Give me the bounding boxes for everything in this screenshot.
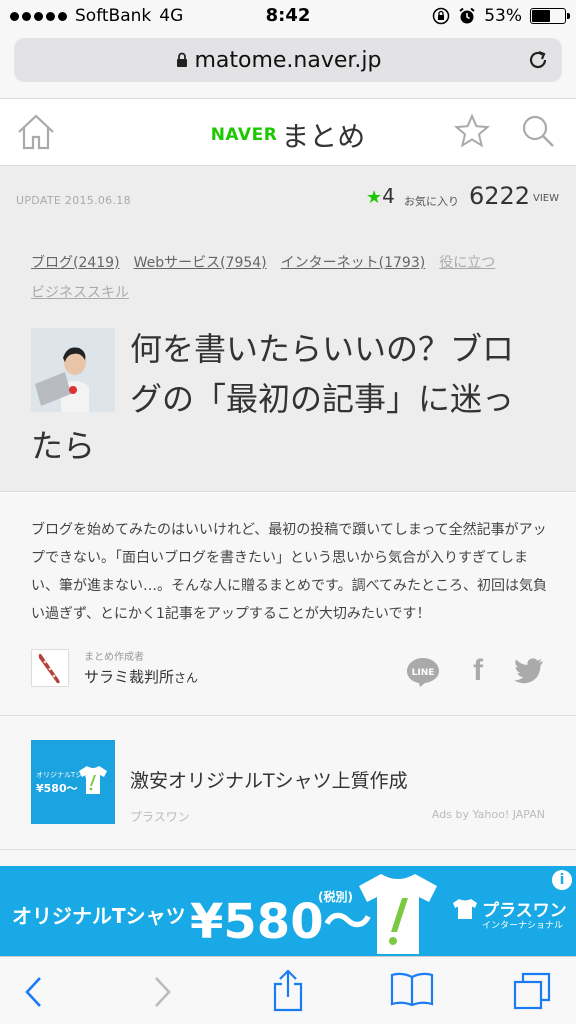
favorite-count-star-icon: ★ [366, 187, 383, 208]
article-meta: UPDATE 2015.06.18 ★4 お気に入り 6222 VIEW [0, 166, 576, 228]
alarm-icon [459, 7, 475, 24]
author-name-text: サラミ裁判所 [84, 668, 175, 686]
search-icon[interactable] [520, 113, 556, 149]
category-tags: ブログ(2419) Webサービス(7954) インターネット(1793) 役に立つビ… [31, 248, 551, 308]
article-summary: ブログを始めてみたのはいいけれど、最初の投稿で躓いてしまって全然記事がアップでき… [0, 492, 576, 716]
brand-tshirt-icon [453, 899, 477, 919]
article-header: ブログ(2419) Webサービス(7954) インターネット(1793) 役に立つビ… [0, 228, 576, 492]
tshirt-icon [79, 766, 107, 794]
article-thumbnail [31, 328, 115, 412]
ads-by-label[interactable]: Ads by Yahoo! JAPAN [432, 808, 545, 821]
favorite-star-icon[interactable] [454, 113, 490, 149]
article-title-line3: たら [31, 427, 96, 465]
url-text: matome.naver.jp [194, 48, 382, 73]
description-text: ブログを始めてみたのはいいけれど、最初の投稿で躓いてしまって全然記事がアップでき… [31, 522, 548, 622]
facebook-share-icon[interactable]: f [468, 656, 488, 686]
browser-toolbar [0, 956, 576, 1024]
ad-sponsor: プラスワン [130, 810, 190, 824]
orientation-lock-icon [432, 7, 450, 25]
category-business-skill[interactable]: ビジネススキル [31, 285, 129, 301]
view-count: 6222 [469, 182, 531, 210]
author-label: まとめ作成者 [84, 652, 144, 663]
author-avatar[interactable] [31, 649, 69, 687]
article-title-line2: グの「最初の記事」に迷っ [130, 380, 515, 418]
banner-brand-sub: インターナショナル [482, 921, 564, 931]
share-icon[interactable] [268, 969, 308, 1013]
line-share-label: LINE [412, 668, 435, 678]
bookmarks-icon[interactable] [390, 971, 434, 1007]
back-icon[interactable] [22, 975, 46, 1009]
salami-icon [38, 653, 60, 684]
ad-thumb-price: ¥580〜 [36, 782, 78, 795]
author-suffix: さん [174, 671, 199, 685]
ad-info-icon[interactable]: i [552, 870, 572, 890]
category-blog[interactable]: ブログ(2419) [31, 255, 120, 271]
status-bar: SoftBank 4G 8:42 53% [0, 0, 576, 32]
category-web-service[interactable]: Webサービス(7954) [134, 255, 267, 271]
line-share-icon[interactable]: LINE [406, 656, 440, 688]
reload-icon[interactable] [526, 48, 550, 72]
banner-ad[interactable]: オリジナルTシャツ ¥580〜 (税別) プラスワン インターナショナル i [0, 866, 576, 956]
battery-percent: 53% [484, 6, 522, 26]
twitter-share-icon[interactable] [514, 658, 544, 684]
battery-icon [530, 8, 570, 24]
ad-thumbnail[interactable]: オリジナルTシャツ ¥580〜 [31, 740, 115, 824]
favorites-label: お気に入り [404, 195, 459, 208]
banner-tax: (税別) [318, 890, 353, 904]
view-label: VIEW [533, 193, 559, 204]
banner-text: オリジナルTシャツ [12, 904, 186, 928]
tabs-icon[interactable] [512, 971, 552, 1011]
logo-naver: NAVER [210, 125, 278, 145]
ad-title[interactable]: 激安オリジナルTシャツ上質作成 [130, 766, 408, 793]
favorites-number: 4 [382, 184, 395, 208]
category-useful[interactable]: 役に立つ [439, 255, 495, 271]
category-internet[interactable]: インターネット(1793) [281, 255, 426, 271]
logo-matome: まとめ [281, 120, 366, 153]
person-with-laptop-image [31, 328, 115, 412]
tshirt-image [359, 874, 437, 954]
address-bar[interactable]: matome.naver.jp [14, 38, 562, 82]
forward-icon[interactable] [150, 975, 174, 1009]
update-date: UPDATE 2015.06.18 [16, 194, 131, 207]
article-title: 何を書いたらいいの？ブロ グの「最初の記事」に迷っ [130, 324, 550, 424]
sponsored-item[interactable]: オリジナルTシャツ ¥580〜 激安オリジナルTシャツ上質作成 プラスワン Ad… [0, 716, 576, 850]
article-title-line1: 何を書いたらいいの？ブロ [130, 330, 515, 368]
author-name[interactable]: サラミ裁判所さん [84, 666, 198, 687]
site-header: NAVER まとめ [0, 98, 576, 166]
favorites-count: ★4 [366, 184, 395, 208]
